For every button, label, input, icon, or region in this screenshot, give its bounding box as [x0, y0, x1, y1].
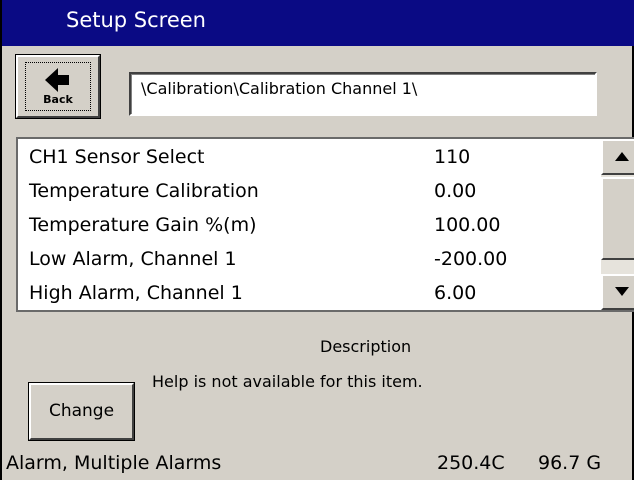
list-item[interactable]: CH1 Sensor Select 110 — [18, 142, 598, 177]
back-label: Back — [43, 93, 73, 106]
row-label: Temperature Gain %(m) — [29, 214, 257, 236]
description-heading: Description — [320, 337, 412, 356]
back-button[interactable]: Back — [16, 55, 100, 118]
row-value: 0.00 — [434, 180, 477, 202]
settings-list: CH1 Sensor Select 110 Temperature Calibr… — [16, 137, 634, 312]
path-text: \Calibration\Calibration Channel 1\ — [141, 79, 418, 98]
back-arrow-icon — [45, 68, 69, 92]
vertical-scrollbar[interactable] — [601, 139, 634, 310]
scroll-thumb[interactable] — [601, 177, 634, 260]
alarm-status: Alarm, Multiple Alarms — [6, 452, 222, 474]
list-item[interactable]: Temperature Gain %(m) 100.00 — [18, 210, 598, 245]
scroll-down-button[interactable] — [601, 274, 634, 310]
setup-window: Setup Screen Back \Calibration\Calibrati… — [0, 0, 634, 480]
scroll-up-button[interactable] — [601, 139, 634, 175]
row-label: Temperature Calibration — [29, 180, 259, 202]
row-value: 100.00 — [434, 214, 501, 236]
window-title: Setup Screen — [66, 8, 206, 32]
row-value: -200.00 — [434, 248, 508, 270]
row-value: 110 — [434, 146, 471, 168]
title-bar: Setup Screen — [2, 0, 634, 46]
temperature-reading: 250.4C — [437, 452, 505, 474]
list-item[interactable]: Temperature Calibration 0.00 — [18, 176, 598, 211]
list-item[interactable]: High Alarm, Channel 1 6.00 — [18, 278, 598, 313]
row-value: 6.00 — [434, 282, 477, 304]
row-label: CH1 Sensor Select — [29, 146, 205, 168]
triangle-down-icon — [615, 287, 629, 296]
list-item[interactable]: Low Alarm, Channel 1 -200.00 — [18, 244, 598, 279]
row-label: Low Alarm, Channel 1 — [29, 248, 237, 270]
row-label: High Alarm, Channel 1 — [29, 282, 243, 304]
gain-reading: 96.7 G — [538, 452, 602, 474]
triangle-up-icon — [615, 152, 629, 161]
change-button[interactable]: Change — [29, 383, 134, 440]
path-field: \Calibration\Calibration Channel 1\ — [129, 72, 597, 116]
description-text: Help is not available for this item. — [152, 372, 423, 391]
